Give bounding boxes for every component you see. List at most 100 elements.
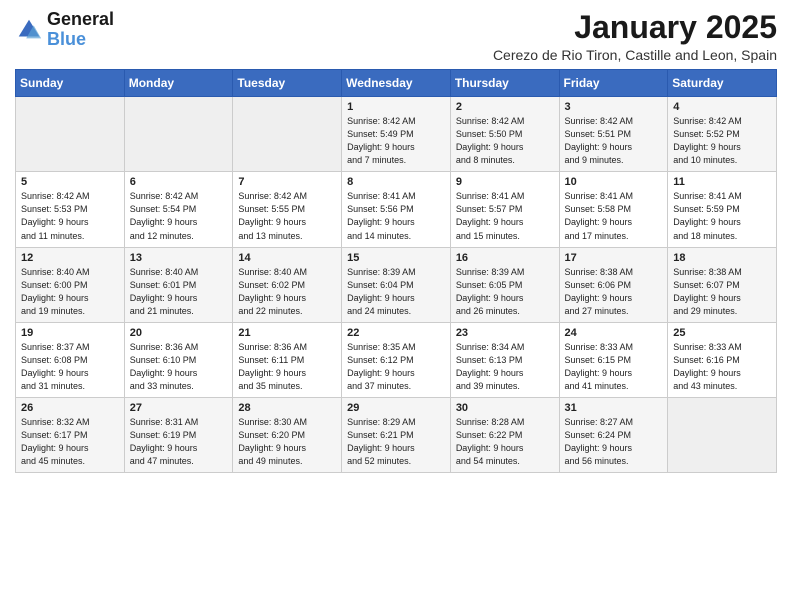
calendar-cell: 24Sunrise: 8:33 AM Sunset: 6:15 PM Dayli… <box>559 322 668 397</box>
calendar-cell: 15 Sunrise: 8:39 AM Sunset: 6:04 PM Dayli… <box>342 247 451 322</box>
calendar-cell: 8 Sunrise: 8:41 AM Sunset: 5:56 PM Daylig… <box>342 172 451 247</box>
day-info: Sunrise: 8:27 AM Sunset: 6:24 PM Dayligh… <box>565 416 663 468</box>
calendar-cell: 5Sunrise: 8:42 AM Sunset: 5:53 PM Daylig… <box>16 172 125 247</box>
day-number: 11 <box>673 176 771 188</box>
page-header: GeneralBlue January 2025 Cerezo de Rio T… <box>15 10 777 63</box>
day-info: Sunrise: 8:33 AM Sunset: 6:16 PM Dayligh… <box>673 341 771 393</box>
day-info: Sunrise: 8:39 AM Sunset: 6:05 PM Dayligh… <box>456 266 554 318</box>
calendar-cell: 21 Sunrise: 8:36 AM Sunset: 6:11 PM Dayli… <box>233 322 342 397</box>
calendar-cell: 4 Sunrise: 8:42 AM Sunset: 5:52 PM Daylig… <box>668 97 777 172</box>
calendar-cell: 14 Sunrise: 8:40 AM Sunset: 6:02 PM Dayli… <box>233 247 342 322</box>
title-section: January 2025 Cerezo de Rio Tiron, Castil… <box>493 10 777 63</box>
day-number: 12 <box>21 252 119 264</box>
day-number: 1 <box>347 101 445 113</box>
calendar-cell: 22 Sunrise: 8:35 AM Sunset: 6:12 PM Dayli… <box>342 322 451 397</box>
calendar-cell: 27Sunrise: 8:31 AM Sunset: 6:19 PM Dayli… <box>124 397 233 472</box>
calendar-cell <box>124 97 233 172</box>
weekday-header-saturday: Saturday <box>668 70 777 97</box>
logo-icon <box>15 16 43 44</box>
day-number: 28 <box>238 402 336 414</box>
logo-text: GeneralBlue <box>47 10 114 50</box>
day-info: Sunrise: 8:39 AM Sunset: 6:04 PM Dayligh… <box>347 266 445 318</box>
day-number: 21 <box>238 327 336 339</box>
day-number: 6 <box>130 176 228 188</box>
calendar-week-4: 19Sunrise: 8:37 AM Sunset: 6:08 PM Dayli… <box>16 322 777 397</box>
calendar-week-2: 5Sunrise: 8:42 AM Sunset: 5:53 PM Daylig… <box>16 172 777 247</box>
calendar-title: January 2025 <box>493 10 777 45</box>
calendar-cell <box>668 397 777 472</box>
logo: GeneralBlue <box>15 10 114 50</box>
day-info: Sunrise: 8:36 AM Sunset: 6:10 PM Dayligh… <box>130 341 228 393</box>
day-info: Sunrise: 8:37 AM Sunset: 6:08 PM Dayligh… <box>21 341 119 393</box>
day-number: 8 <box>347 176 445 188</box>
day-info: Sunrise: 8:41 AM Sunset: 5:57 PM Dayligh… <box>456 190 554 242</box>
calendar-cell: 10 Sunrise: 8:41 AM Sunset: 5:58 PM Dayli… <box>559 172 668 247</box>
weekday-header-wednesday: Wednesday <box>342 70 451 97</box>
day-number: 10 <box>565 176 663 188</box>
day-number: 4 <box>673 101 771 113</box>
day-number: 15 <box>347 252 445 264</box>
day-info: Sunrise: 8:41 AM Sunset: 5:56 PM Dayligh… <box>347 190 445 242</box>
day-info: Sunrise: 8:42 AM Sunset: 5:49 PM Dayligh… <box>347 115 445 167</box>
day-number: 16 <box>456 252 554 264</box>
calendar-cell: 20Sunrise: 8:36 AM Sunset: 6:10 PM Dayli… <box>124 322 233 397</box>
calendar-cell: 16 Sunrise: 8:39 AM Sunset: 6:05 PM Dayli… <box>450 247 559 322</box>
day-number: 13 <box>130 252 228 264</box>
day-number: 9 <box>456 176 554 188</box>
calendar-cell: 23 Sunrise: 8:34 AM Sunset: 6:13 PM Dayli… <box>450 322 559 397</box>
calendar-cell: 29 Sunrise: 8:29 AM Sunset: 6:21 PM Dayli… <box>342 397 451 472</box>
day-info: Sunrise: 8:28 AM Sunset: 6:22 PM Dayligh… <box>456 416 554 468</box>
day-info: Sunrise: 8:38 AM Sunset: 6:06 PM Dayligh… <box>565 266 663 318</box>
day-info: Sunrise: 8:42 AM Sunset: 5:54 PM Dayligh… <box>130 190 228 242</box>
calendar-cell: 25 Sunrise: 8:33 AM Sunset: 6:16 PM Dayli… <box>668 322 777 397</box>
day-number: 17 <box>565 252 663 264</box>
day-info: Sunrise: 8:41 AM Sunset: 5:58 PM Dayligh… <box>565 190 663 242</box>
day-info: Sunrise: 8:40 AM Sunset: 6:01 PM Dayligh… <box>130 266 228 318</box>
weekday-header-thursday: Thursday <box>450 70 559 97</box>
day-number: 29 <box>347 402 445 414</box>
day-number: 22 <box>347 327 445 339</box>
day-number: 2 <box>456 101 554 113</box>
day-info: Sunrise: 8:36 AM Sunset: 6:11 PM Dayligh… <box>238 341 336 393</box>
day-number: 31 <box>565 402 663 414</box>
day-info: Sunrise: 8:42 AM Sunset: 5:53 PM Dayligh… <box>21 190 119 242</box>
calendar-cell: 3 Sunrise: 8:42 AM Sunset: 5:51 PM Daylig… <box>559 97 668 172</box>
day-info: Sunrise: 8:42 AM Sunset: 5:50 PM Dayligh… <box>456 115 554 167</box>
day-number: 24 <box>565 327 663 339</box>
weekday-header-sunday: Sunday <box>16 70 125 97</box>
day-info: Sunrise: 8:42 AM Sunset: 5:52 PM Dayligh… <box>673 115 771 167</box>
day-number: 3 <box>565 101 663 113</box>
calendar-cell: 1 Sunrise: 8:42 AM Sunset: 5:49 PM Daylig… <box>342 97 451 172</box>
calendar-cell: 13 Sunrise: 8:40 AM Sunset: 6:01 PM Dayli… <box>124 247 233 322</box>
day-info: Sunrise: 8:29 AM Sunset: 6:21 PM Dayligh… <box>347 416 445 468</box>
calendar-week-3: 12 Sunrise: 8:40 AM Sunset: 6:00 PM Dayli… <box>16 247 777 322</box>
day-info: Sunrise: 8:42 AM Sunset: 5:51 PM Dayligh… <box>565 115 663 167</box>
day-info: Sunrise: 8:32 AM Sunset: 6:17 PM Dayligh… <box>21 416 119 468</box>
day-number: 23 <box>456 327 554 339</box>
calendar-table: SundayMondayTuesdayWednesdayThursdayFrid… <box>15 69 777 473</box>
day-info: Sunrise: 8:34 AM Sunset: 6:13 PM Dayligh… <box>456 341 554 393</box>
calendar-cell: 11Sunrise: 8:41 AM Sunset: 5:59 PM Dayli… <box>668 172 777 247</box>
calendar-week-1: 1 Sunrise: 8:42 AM Sunset: 5:49 PM Daylig… <box>16 97 777 172</box>
day-number: 25 <box>673 327 771 339</box>
calendar-cell: 19Sunrise: 8:37 AM Sunset: 6:08 PM Dayli… <box>16 322 125 397</box>
day-number: 18 <box>673 252 771 264</box>
day-number: 14 <box>238 252 336 264</box>
calendar-cell: 6 Sunrise: 8:42 AM Sunset: 5:54 PM Daylig… <box>124 172 233 247</box>
calendar-cell: 12 Sunrise: 8:40 AM Sunset: 6:00 PM Dayli… <box>16 247 125 322</box>
day-info: Sunrise: 8:42 AM Sunset: 5:55 PM Dayligh… <box>238 190 336 242</box>
day-number: 27 <box>130 402 228 414</box>
day-info: Sunrise: 8:40 AM Sunset: 6:00 PM Dayligh… <box>21 266 119 318</box>
calendar-cell: 28Sunrise: 8:30 AM Sunset: 6:20 PM Dayli… <box>233 397 342 472</box>
calendar-cell: 2 Sunrise: 8:42 AM Sunset: 5:50 PM Daylig… <box>450 97 559 172</box>
day-number: 30 <box>456 402 554 414</box>
day-number: 26 <box>21 402 119 414</box>
calendar-subtitle: Cerezo de Rio Tiron, Castille and Leon, … <box>493 47 777 63</box>
day-info: Sunrise: 8:35 AM Sunset: 6:12 PM Dayligh… <box>347 341 445 393</box>
day-info: Sunrise: 8:40 AM Sunset: 6:02 PM Dayligh… <box>238 266 336 318</box>
weekday-header-row: SundayMondayTuesdayWednesdayThursdayFrid… <box>16 70 777 97</box>
calendar-cell <box>233 97 342 172</box>
day-info: Sunrise: 8:38 AM Sunset: 6:07 PM Dayligh… <box>673 266 771 318</box>
calendar-cell: 26 Sunrise: 8:32 AM Sunset: 6:17 PM Dayli… <box>16 397 125 472</box>
weekday-header-friday: Friday <box>559 70 668 97</box>
